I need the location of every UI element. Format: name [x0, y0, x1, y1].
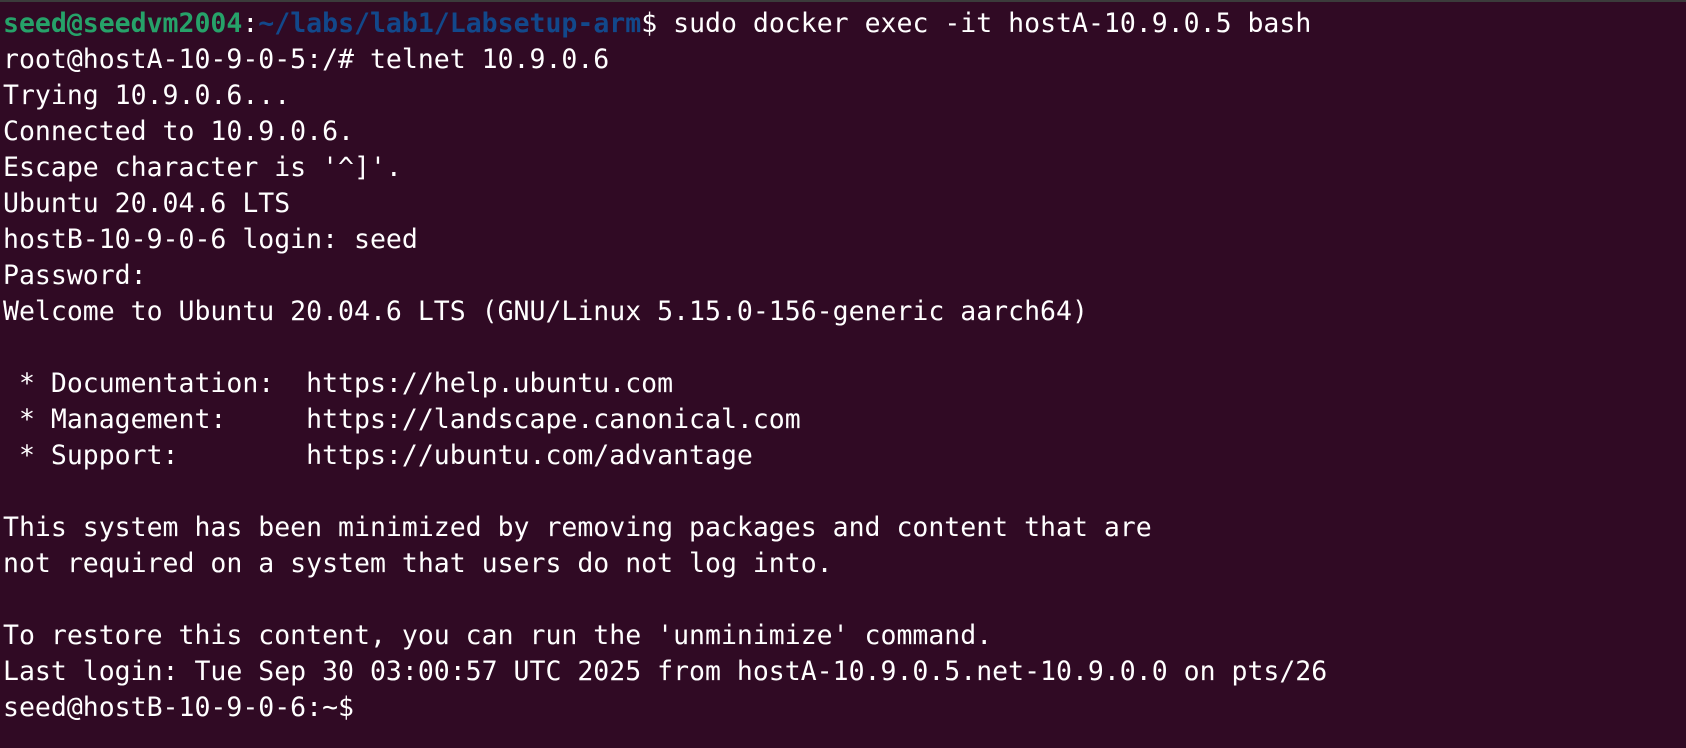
prompt-path: ~/labs/lab1/Labsetup-arm — [258, 8, 642, 39]
output-line: Escape character is '^]'. — [3, 152, 402, 183]
output-line: Password: — [3, 260, 147, 291]
output-line: not required on a system that users do n… — [3, 548, 833, 579]
current-prompt-line[interactable]: seed@hostB-10-9-0-6:~$ — [3, 690, 1686, 726]
output-line: This system has been minimized by removi… — [3, 512, 1152, 543]
output-line: hostB-10-9-0-6 login: seed — [3, 224, 418, 255]
prompt-symbol: $ — [641, 8, 658, 39]
output-line: Welcome to Ubuntu 20.04.6 LTS (GNU/Linux… — [3, 296, 1088, 327]
prompt-command: sudo docker exec -it hostA-10.9.0.5 bash — [657, 8, 1312, 39]
output-line: Ubuntu 20.04.6 LTS — [3, 188, 291, 219]
output-line: Connected to 10.9.0.6. — [3, 116, 354, 147]
output-line: * Documentation: https://help.ubuntu.com — [3, 368, 674, 399]
output-line: To restore this content, you can run the… — [3, 620, 993, 651]
output-line: Trying 10.9.0.6... — [3, 80, 291, 111]
output-line: root@hostA-10-9-0-5:/# telnet 10.9.0.6 — [3, 44, 610, 75]
first-prompt-line: seed@seedvm2004:~/labs/lab1/Labsetup-arm… — [3, 6, 1686, 42]
terminal-window[interactable]: seed@seedvm2004:~/labs/lab1/Labsetup-arm… — [0, 0, 1686, 748]
prompt-separator: : — [242, 8, 259, 39]
output-line: * Management: https://landscape.canonica… — [3, 404, 801, 435]
output-line: * Support: https://ubuntu.com/advantage — [3, 440, 753, 471]
output-line: Last login: Tue Sep 30 03:00:57 UTC 2025… — [3, 656, 1328, 687]
prompt-user-host: seed@seedvm2004 — [3, 8, 243, 39]
